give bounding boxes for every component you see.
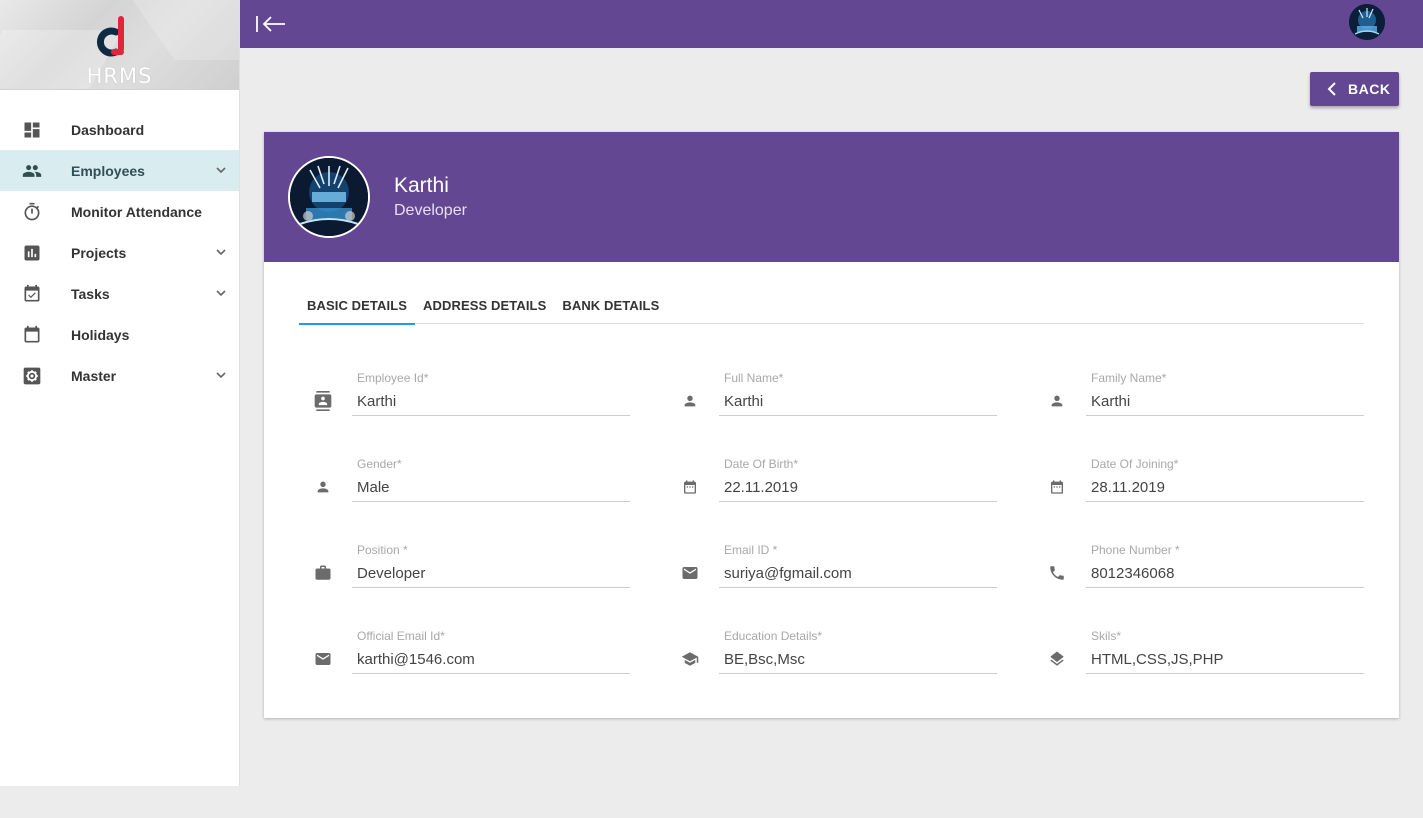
employee-id-input[interactable] [352,382,630,416]
back-button-label: BACK [1348,81,1391,97]
sidebar-item-label: Dashboard [71,121,145,138]
people-icon [22,161,42,181]
profile-avatar [288,156,370,238]
sidebar-item-employees[interactable]: Employees [0,150,239,191]
tab-bank-details[interactable]: BANK DETAILS [554,292,667,324]
sidebar: HRMS Dashboard Employees Monitor Attenda… [0,0,240,786]
doj-field: Date Of Joining* [1046,452,1376,512]
dob-input[interactable] [719,468,997,502]
bar-chart-icon [22,243,42,263]
top-bar [240,0,1423,48]
chevron-down-icon [216,167,226,174]
calendar-icon [679,476,701,498]
tab-address-details[interactable]: ADDRESS DETAILS [415,292,554,324]
education-field: Education Details* [679,624,1009,684]
person-icon [312,476,334,498]
calendar-icon [22,325,42,345]
layers-icon [1046,648,1068,670]
profile-header: Karthi Developer [264,132,1399,262]
contact-card-icon [312,390,334,412]
phone-icon [1046,562,1068,584]
official-email-input[interactable] [352,640,630,674]
sidebar-item-label: Projects [71,244,127,261]
collapse-sidebar-icon[interactable] [255,13,287,35]
tab-basic-details[interactable]: BASIC DETAILS [299,292,416,325]
sidebar-nav: Dashboard Employees Monitor Attendance P… [0,109,239,396]
family-name-field: Family Name* [1046,366,1376,426]
app-logo-text: HRMS [86,64,153,88]
phone-field: Phone Number * [1046,538,1376,598]
doj-input[interactable] [1086,468,1364,502]
employee-profile-card: Karthi Developer BASIC DETAILS ADDRESS D… [264,132,1399,718]
full-name-field: Full Name* [679,366,1009,426]
user-avatar[interactable] [1349,4,1385,40]
position-field: Position * [312,538,642,598]
sidebar-item-master[interactable]: Master [0,355,239,396]
brand-logo-icon [96,16,124,57]
employee-id-field: Employee Id* [312,366,642,426]
sidebar-item-label: Employees [71,162,145,179]
gender-input[interactable] [352,468,630,502]
chevron-down-icon [216,372,226,379]
sidebar-item-monitor-attendance[interactable]: Monitor Attendance [0,191,239,232]
person-icon [1046,390,1068,412]
mail-icon [312,648,334,670]
logo-area: HRMS [0,0,239,90]
phone-input[interactable] [1086,554,1364,588]
details-tabs: BASIC DETAILS ADDRESS DETAILS BANK DETAI… [299,292,1364,325]
email-input[interactable] [719,554,997,588]
gender-field: Gender* [312,452,642,512]
chevron-down-icon [216,290,226,297]
chevron-left-icon [1327,82,1336,96]
email-field: Email ID * [679,538,1009,598]
skills-field: Skils* [1046,624,1376,684]
skills-input[interactable] [1086,640,1364,674]
sidebar-item-label: Tasks [71,285,110,302]
sidebar-item-dashboard[interactable]: Dashboard [0,109,239,150]
sidebar-item-projects[interactable]: Projects [0,232,239,273]
sidebar-item-label: Holidays [71,326,130,343]
sidebar-item-label: Master [71,367,117,384]
briefcase-icon [312,562,334,584]
chevron-down-icon [216,249,226,256]
sidebar-item-label: Monitor Attendance [71,203,202,220]
profile-role: Developer [394,202,467,219]
education-input[interactable] [719,640,997,674]
back-button[interactable]: BACK [1310,72,1399,106]
full-name-input[interactable] [719,382,997,416]
calendar-check-icon [22,284,42,304]
calendar-icon [1046,476,1068,498]
family-name-input[interactable] [1086,382,1364,416]
dob-field: Date Of Birth* [679,452,1009,512]
mail-icon [679,562,701,584]
settings-box-icon [22,366,42,386]
sidebar-item-tasks[interactable]: Tasks [0,273,239,314]
sidebar-item-holidays[interactable]: Holidays [0,314,239,355]
graduation-cap-icon [679,648,701,670]
profile-name: Karthi [394,174,449,197]
person-icon [679,390,701,412]
official-email-field: Official Email Id* [312,624,642,684]
timer-icon [22,202,42,222]
position-input[interactable] [352,554,630,588]
dashboard-icon [22,120,42,140]
